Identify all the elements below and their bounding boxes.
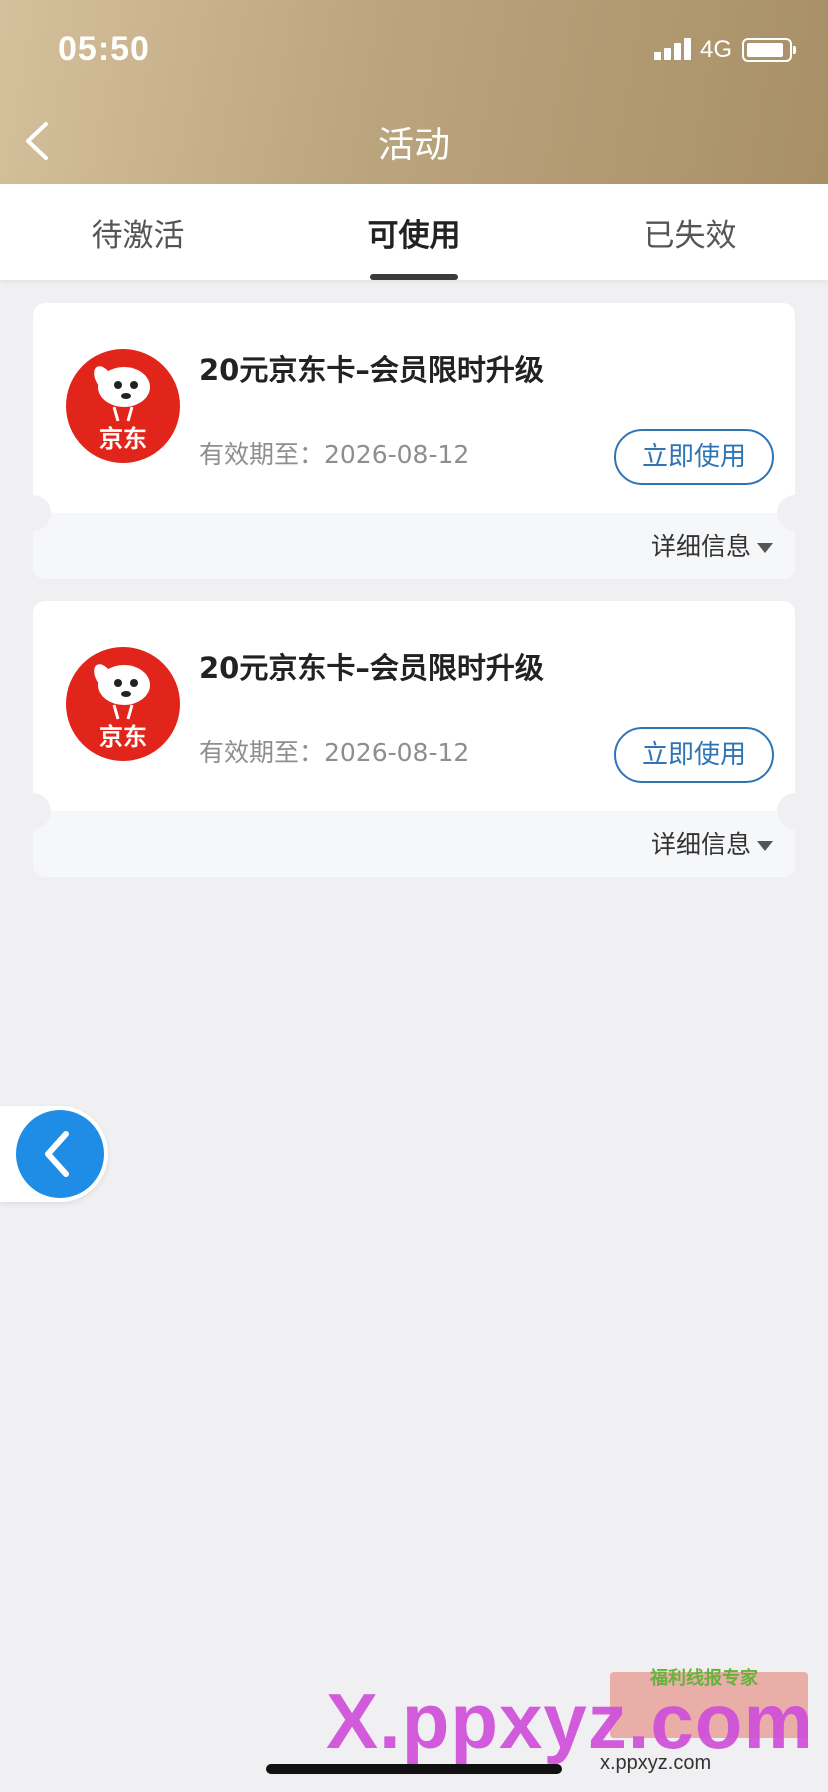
jd-logo: 京东 xyxy=(66,349,180,463)
jd-logo: 京东 xyxy=(66,647,180,761)
battery-icon xyxy=(742,38,796,62)
svg-text:京东: 京东 xyxy=(99,425,147,453)
coupon-title: 20元京东卡–会员限时升级 xyxy=(199,353,544,387)
network-label: 4G xyxy=(700,36,733,63)
chevron-left-icon xyxy=(45,1131,69,1177)
home-indicator[interactable] xyxy=(266,1764,562,1774)
detail-toggle[interactable]: 详细信息 xyxy=(651,825,773,861)
caret-down-icon xyxy=(757,543,773,553)
caret-down-icon xyxy=(757,841,773,851)
active-tab-indicator xyxy=(370,274,458,280)
tab-available[interactable]: 可使用 xyxy=(314,210,514,255)
use-now-button[interactable]: 立即使用 xyxy=(614,429,774,485)
header-bar: 05:50 4G 活动 xyxy=(0,0,828,184)
signal-icon xyxy=(654,38,692,60)
tab-bar: 待激活 可使用 已失效 xyxy=(0,184,828,280)
coupon-title: 20元京东卡–会员限时升级 xyxy=(199,651,544,685)
detail-label: 详细信息 xyxy=(650,532,751,561)
coupon-card: 京东 20元京东卡–会员限时升级 有效期至：2026-08-12 立即使用 详细… xyxy=(33,303,795,579)
use-now-button[interactable]: 立即使用 xyxy=(614,727,774,783)
floating-back-button[interactable] xyxy=(0,1106,108,1202)
detail-toggle[interactable]: 详细信息 xyxy=(651,527,773,563)
coupon-expiry: 有效期至：2026-08-12 xyxy=(199,738,470,767)
tab-expired[interactable]: 已失效 xyxy=(590,210,790,255)
tab-pending-activation[interactable]: 待激活 xyxy=(38,210,238,255)
svg-text:京东: 京东 xyxy=(99,723,147,751)
page-title: 活动 xyxy=(377,125,450,166)
detail-label: 详细信息 xyxy=(650,830,751,859)
coupon-expiry: 有效期至：2026-08-12 xyxy=(199,440,470,469)
coupon-card: 京东 20元京东卡–会员限时升级 有效期至：2026-08-12 立即使用 详细… xyxy=(33,601,795,877)
status-time: 05:50 xyxy=(58,30,150,68)
watermark-logo: X.ppxyz.com xyxy=(326,1677,814,1765)
watermark-url: x.ppxyz.com xyxy=(600,1752,712,1774)
floating-back-circle xyxy=(16,1110,104,1198)
